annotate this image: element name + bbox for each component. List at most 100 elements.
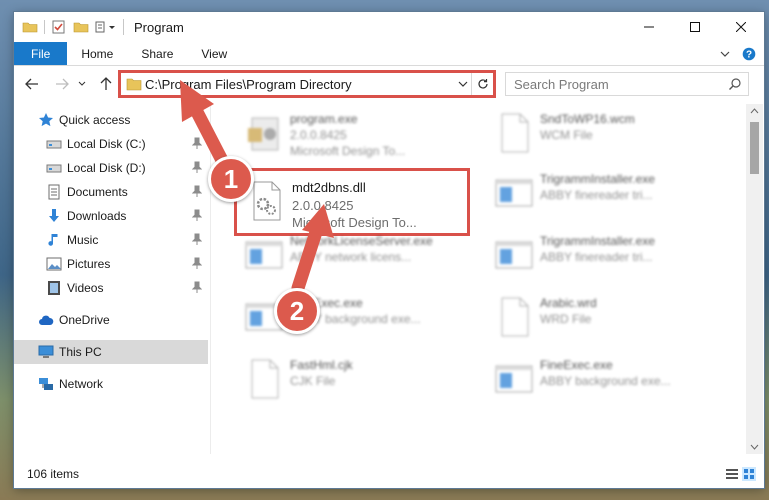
- sidebar-item-label: Pictures: [67, 257, 111, 271]
- file-tile[interactable]: SndToWP16.wcm WCM File: [482, 106, 722, 162]
- ribbon-tabs: File Home Share View ?: [14, 42, 764, 66]
- file-tile[interactable]: FastHml.cjk CJK File: [232, 352, 472, 408]
- window-controls: [626, 12, 764, 42]
- app-window-icon: [495, 179, 533, 207]
- file-name: NetworkLicenseServer.exe: [290, 234, 433, 248]
- sidebar-item-local-disk-d[interactable]: Local Disk (D:): [14, 156, 208, 180]
- file-detail: Microsoft Design To...: [290, 144, 406, 158]
- exe-icon: [248, 117, 279, 151]
- view-toggles: [725, 467, 756, 481]
- file-detail: WCM File: [540, 128, 593, 142]
- file-name: FastHml.cjk: [290, 358, 353, 372]
- scrollbar-thumb[interactable]: [750, 122, 759, 174]
- music-icon: [48, 234, 58, 246]
- up-arrow-icon: [100, 77, 112, 90]
- explorer-window: Program File Home Share View ? C:\Progra…: [14, 12, 764, 488]
- file-list: program.exe 2.0.0.8425 Microsoft Design …: [212, 104, 746, 454]
- close-icon: [736, 22, 746, 32]
- pictures-icon: [46, 257, 62, 271]
- sidebar-item-quick-access[interactable]: Quick access: [14, 108, 208, 132]
- sidebar-item-music[interactable]: Music: [14, 228, 208, 252]
- file-tile[interactable]: Arabic.wrd WRD File: [482, 290, 722, 346]
- svg-text:?: ?: [746, 49, 752, 60]
- scroll-up-icon[interactable]: [750, 108, 759, 114]
- sidebar-item-label: Network: [59, 377, 104, 391]
- tab-share[interactable]: Share: [127, 42, 187, 65]
- title-bar: Program: [14, 12, 764, 42]
- sidebar-item-label: Videos: [67, 281, 104, 295]
- help-icon[interactable]: ?: [742, 47, 756, 61]
- sidebar-item-label: Music: [67, 233, 99, 247]
- close-button[interactable]: [718, 12, 764, 42]
- sidebar-item-onedrive[interactable]: OneDrive: [14, 308, 208, 332]
- tiles-view-icon[interactable]: [742, 467, 756, 481]
- details-view-icon[interactable]: [725, 467, 739, 481]
- up-button[interactable]: [96, 74, 116, 94]
- chevron-down-icon: [78, 81, 86, 86]
- pin-icon[interactable]: [192, 233, 202, 245]
- pane-divider[interactable]: [210, 104, 211, 454]
- pin-icon[interactable]: [192, 281, 202, 293]
- file-name: TrigrammInstaller.exe: [540, 172, 655, 186]
- file-detail: ABBY background exe...: [540, 374, 671, 388]
- sidebar-item-network[interactable]: Network: [14, 372, 208, 396]
- title-separator: [123, 19, 124, 35]
- sidebar-item-downloads[interactable]: Downloads: [14, 204, 208, 228]
- forward-arrow-icon: [56, 78, 69, 90]
- step-2-badge: 2: [274, 288, 320, 334]
- sidebar-item-this-pc[interactable]: This PC: [14, 340, 208, 364]
- file-tile[interactable]: FineExec.exe ABBY background exe...: [482, 352, 722, 408]
- app-window-icon: [495, 241, 533, 269]
- recent-locations-button[interactable]: [76, 74, 88, 94]
- properties-icon[interactable]: [51, 19, 67, 35]
- drive-icon: [46, 140, 62, 149]
- file-name: TrigrammInstaller.exe: [540, 234, 655, 248]
- pin-icon[interactable]: [192, 257, 202, 269]
- file-tile[interactable]: TrigrammInstaller.exe ABBY finereader tr…: [482, 228, 722, 284]
- file-tile[interactable]: program.exe 2.0.0.8425 Microsoft Design …: [232, 106, 472, 162]
- file-name: SndToWP16.wcm: [540, 112, 635, 126]
- blank-file-icon: [251, 359, 279, 399]
- new-folder-icon[interactable]: [73, 19, 89, 35]
- file-detail: CJK File: [290, 374, 336, 388]
- sidebar-item-label: Downloads: [67, 209, 127, 223]
- ribbon-right-controls: ?: [720, 42, 764, 65]
- pin-icon[interactable]: [192, 161, 202, 173]
- sidebar-item-documents[interactable]: Documents: [14, 180, 208, 204]
- file-name: program.exe: [290, 112, 358, 126]
- window-title: Program: [134, 19, 184, 35]
- maximize-button[interactable]: [672, 12, 718, 42]
- minimize-button[interactable]: [626, 12, 672, 42]
- minimize-icon: [644, 26, 654, 28]
- search-input[interactable]: Search Program: [505, 72, 749, 96]
- sidebar-item-label: Local Disk (C:): [67, 137, 146, 151]
- toolbar-separator: [44, 20, 45, 34]
- file-detail: WRD File: [540, 312, 592, 326]
- file-detail: 2.0.0.8425: [292, 198, 354, 213]
- file-tile-mdt2dbns[interactable]: mdt2dbns.dll 2.0.0.8425 Microsoft Design…: [234, 174, 474, 230]
- download-icon: [49, 209, 59, 222]
- sidebar-item-local-disk-c[interactable]: Local Disk (C:): [14, 132, 208, 156]
- forward-button[interactable]: [52, 74, 72, 94]
- sidebar-item-videos[interactable]: Videos: [14, 276, 208, 300]
- tab-file[interactable]: File: [14, 42, 68, 65]
- sidebar-item-label: OneDrive: [59, 313, 110, 327]
- documents-icon: [48, 184, 60, 200]
- expand-ribbon-icon[interactable]: [720, 49, 730, 59]
- scroll-down-icon[interactable]: [750, 444, 759, 450]
- back-button[interactable]: [22, 74, 42, 94]
- file-tile[interactable]: FineExec.exe ABBY background exe...: [232, 290, 472, 346]
- pin-icon[interactable]: [192, 137, 202, 149]
- pin-icon[interactable]: [192, 185, 202, 197]
- cloud-icon: [39, 315, 54, 325]
- file-tile[interactable]: NetworkLicenseServer.exe ABBY network li…: [232, 228, 472, 284]
- sidebar-item-pictures[interactable]: Pictures: [14, 252, 208, 276]
- sidebar-item-label: This PC: [59, 345, 102, 359]
- vertical-scrollbar[interactable]: [746, 104, 763, 454]
- tab-home[interactable]: Home: [67, 42, 127, 65]
- tab-view[interactable]: View: [187, 42, 241, 65]
- customize-toolbar-icon[interactable]: [95, 19, 117, 35]
- item-count: 106 items: [27, 467, 80, 481]
- file-tile[interactable]: TrigrammInstaller.exe ABBY finereader tr…: [482, 166, 722, 222]
- pin-icon[interactable]: [192, 209, 202, 221]
